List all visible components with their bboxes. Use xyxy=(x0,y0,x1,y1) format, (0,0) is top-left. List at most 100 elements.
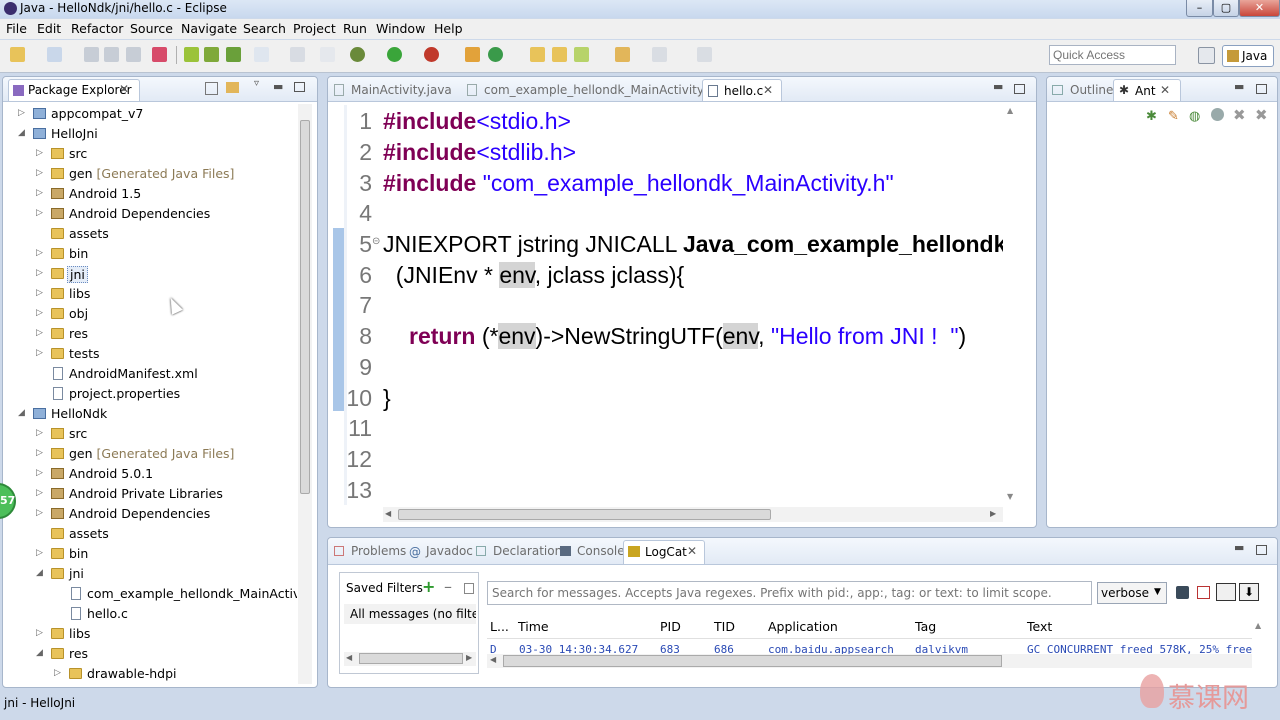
menu-project[interactable]: Project xyxy=(293,21,336,36)
new-class-icon[interactable] xyxy=(47,47,62,62)
menu-search[interactable]: Search xyxy=(243,21,286,36)
save-icon[interactable] xyxy=(84,47,99,62)
build-icon[interactable] xyxy=(290,47,305,62)
tree-item-res[interactable]: ▷ res xyxy=(3,324,297,344)
tab-hello-c[interactable]: hello.c ✕ xyxy=(702,79,782,101)
tree-item-assets[interactable]: assets xyxy=(3,224,297,244)
debug-icon[interactable] xyxy=(350,47,365,62)
menu-refactor[interactable]: Refactor xyxy=(71,21,123,36)
scrollbar-thumb[interactable] xyxy=(398,509,771,520)
save-log-icon[interactable] xyxy=(1176,586,1189,599)
scroll-left-icon[interactable]: ◀ xyxy=(490,655,496,664)
tree-item-jni[interactable]: ◢ jni xyxy=(3,564,297,584)
scrollbar-thumb[interactable] xyxy=(359,653,463,664)
open-task-icon[interactable] xyxy=(552,47,567,62)
scroll-right-icon[interactable]: ▶ xyxy=(990,509,996,518)
checkbox-icon[interactable] xyxy=(254,47,269,62)
tree-item-android-dependencies[interactable]: ▷ Android Dependencies xyxy=(3,204,297,224)
minimize-button[interactable]: – xyxy=(1186,0,1213,17)
filters-scrollbar[interactable]: ◀ ▶ xyxy=(344,652,476,666)
editor-vertical-scrollbar[interactable]: ▲ ▼ xyxy=(1005,104,1019,504)
maximize-button[interactable]: ▢ xyxy=(1213,0,1239,17)
scroll-lock-icon[interactable]: ⬇ xyxy=(1239,583,1259,601)
android-sdk-icon[interactable] xyxy=(184,47,199,62)
quick-access-input[interactable] xyxy=(1049,45,1176,65)
column-header-pid[interactable]: PID xyxy=(660,619,681,634)
android-lint-icon[interactable] xyxy=(226,47,241,62)
tree-item-hello-c[interactable]: hello.c xyxy=(3,604,297,624)
menu-edit[interactable]: Edit xyxy=(37,21,61,36)
add-buildfile-icon[interactable]: ✱ xyxy=(1146,109,1157,124)
tree-item-libs[interactable]: ▷ libs xyxy=(3,624,297,644)
log-level-select[interactable]: verbose ▼ xyxy=(1097,582,1167,604)
clear-log-icon[interactable] xyxy=(1197,586,1210,599)
close-tab-icon[interactable]: ✕ xyxy=(763,83,773,97)
new-icon[interactable] xyxy=(10,47,25,62)
add-buildfile-search-icon[interactable]: ✎ xyxy=(1168,109,1179,124)
table-horizontal-scrollbar[interactable]: ◀ xyxy=(487,654,1252,668)
close-tab-icon[interactable]: ✕ xyxy=(119,82,129,96)
minimize-view-icon[interactable]: ▬ xyxy=(993,80,1003,93)
tree-item-android-dependencies[interactable]: ▷ Android Dependencies xyxy=(3,504,297,524)
package-explorer-scrollbar[interactable] xyxy=(298,104,312,684)
hide-internal-targets-icon[interactable]: ◍ xyxy=(1189,109,1200,124)
tree-item-bin[interactable]: ▷ bin xyxy=(3,244,297,264)
close-button[interactable]: ✕ xyxy=(1239,0,1280,17)
table-row[interactable]: D 03-30 14:30:34.627 683 686 com.baidu.a… xyxy=(487,640,1252,654)
menu-window[interactable]: Window xyxy=(376,21,425,36)
tree-item-gen[interactable]: ▷ gen [Generated Java Files] xyxy=(3,444,297,464)
column-header-application[interactable]: Application xyxy=(768,619,838,634)
remove-filter-icon[interactable]: – xyxy=(444,577,452,596)
logcat-search-input[interactable] xyxy=(487,581,1092,605)
menu-help[interactable]: Help xyxy=(434,21,463,36)
maximize-view-icon[interactable] xyxy=(1014,84,1025,94)
scroll-left-icon[interactable]: ◀ xyxy=(385,509,391,518)
minimize-view-icon[interactable]: ▬ xyxy=(1234,541,1244,554)
tree-item-libs[interactable]: ▷ libs xyxy=(3,284,297,304)
tree-item-android-private-libraries[interactable]: ▷ Android Private Libraries xyxy=(3,484,297,504)
close-tab-icon[interactable]: ✕ xyxy=(687,544,697,558)
toggle-filters-icon[interactable] xyxy=(1216,583,1236,601)
tree-item-tests[interactable]: ▷ tests xyxy=(3,344,297,364)
tree-item-drawable-hdpi[interactable]: ▷ drawable-hdpi xyxy=(3,664,297,684)
column-header-level[interactable]: L... xyxy=(490,619,509,634)
tree-item-manifest[interactable]: AndroidManifest.xml xyxy=(3,364,297,384)
minimize-view-icon[interactable]: ▬ xyxy=(273,80,283,93)
tree-item-src[interactable]: ▷ src xyxy=(3,144,297,164)
run-target-icon[interactable] xyxy=(1211,108,1224,121)
menu-file[interactable]: File xyxy=(6,21,27,36)
tree-item-jni[interactable]: ▷ jni xyxy=(3,264,297,284)
tree-item-hellojni[interactable]: ◢ HelloJni xyxy=(3,124,297,144)
tree-item-appcompat[interactable]: ▷ appcompat_v7 xyxy=(3,104,297,124)
run-icon[interactable] xyxy=(387,47,402,62)
menu-source[interactable]: Source xyxy=(130,21,173,36)
tree-item-hellondk[interactable]: ◢ HelloNdk xyxy=(3,404,297,424)
tree-item-android-1-5[interactable]: ▷ Android 1.5 xyxy=(3,184,297,204)
scroll-left-icon[interactable]: ◀ xyxy=(346,653,352,662)
back-icon[interactable] xyxy=(615,47,630,62)
new-java-class-icon[interactable] xyxy=(488,47,503,62)
scrollbar-thumb[interactable] xyxy=(300,120,310,494)
open-perspective-icon[interactable] xyxy=(1198,47,1215,64)
tree-item-header-file[interactable]: com_example_hellondk_MainActivity.h xyxy=(3,584,297,604)
java-perspective-button[interactable]: Java xyxy=(1222,45,1274,67)
table-scroll-up-icon[interactable]: ▲ xyxy=(1255,621,1261,630)
filter-list-item[interactable]: All messages (no filters) xyxy=(344,604,476,624)
remove-icon[interactable]: ✖ xyxy=(1233,106,1246,124)
tree-item-src[interactable]: ▷ src xyxy=(3,424,297,444)
fold-icon[interactable]: ⊝ xyxy=(372,236,380,247)
remove-all-icon[interactable]: ✖ xyxy=(1255,106,1268,124)
scroll-down-icon[interactable]: ▼ xyxy=(1007,492,1013,501)
minimize-view-icon[interactable]: ▬ xyxy=(1234,80,1244,93)
external-tools-icon[interactable] xyxy=(424,47,439,62)
column-header-tid[interactable]: TID xyxy=(714,619,735,634)
new-java-package-icon[interactable] xyxy=(465,47,480,62)
scroll-up-icon[interactable]: ▲ xyxy=(1007,106,1013,115)
collapse-all-icon[interactable] xyxy=(205,82,218,95)
scroll-right-icon[interactable]: ▶ xyxy=(466,653,472,662)
menu-run[interactable]: Run xyxy=(343,21,367,36)
scrollbar-thumb[interactable] xyxy=(503,655,1002,667)
menu-navigate[interactable]: Navigate xyxy=(181,21,237,36)
column-header-tag[interactable]: Tag xyxy=(915,619,936,634)
tree-item-assets[interactable]: assets xyxy=(3,524,297,544)
